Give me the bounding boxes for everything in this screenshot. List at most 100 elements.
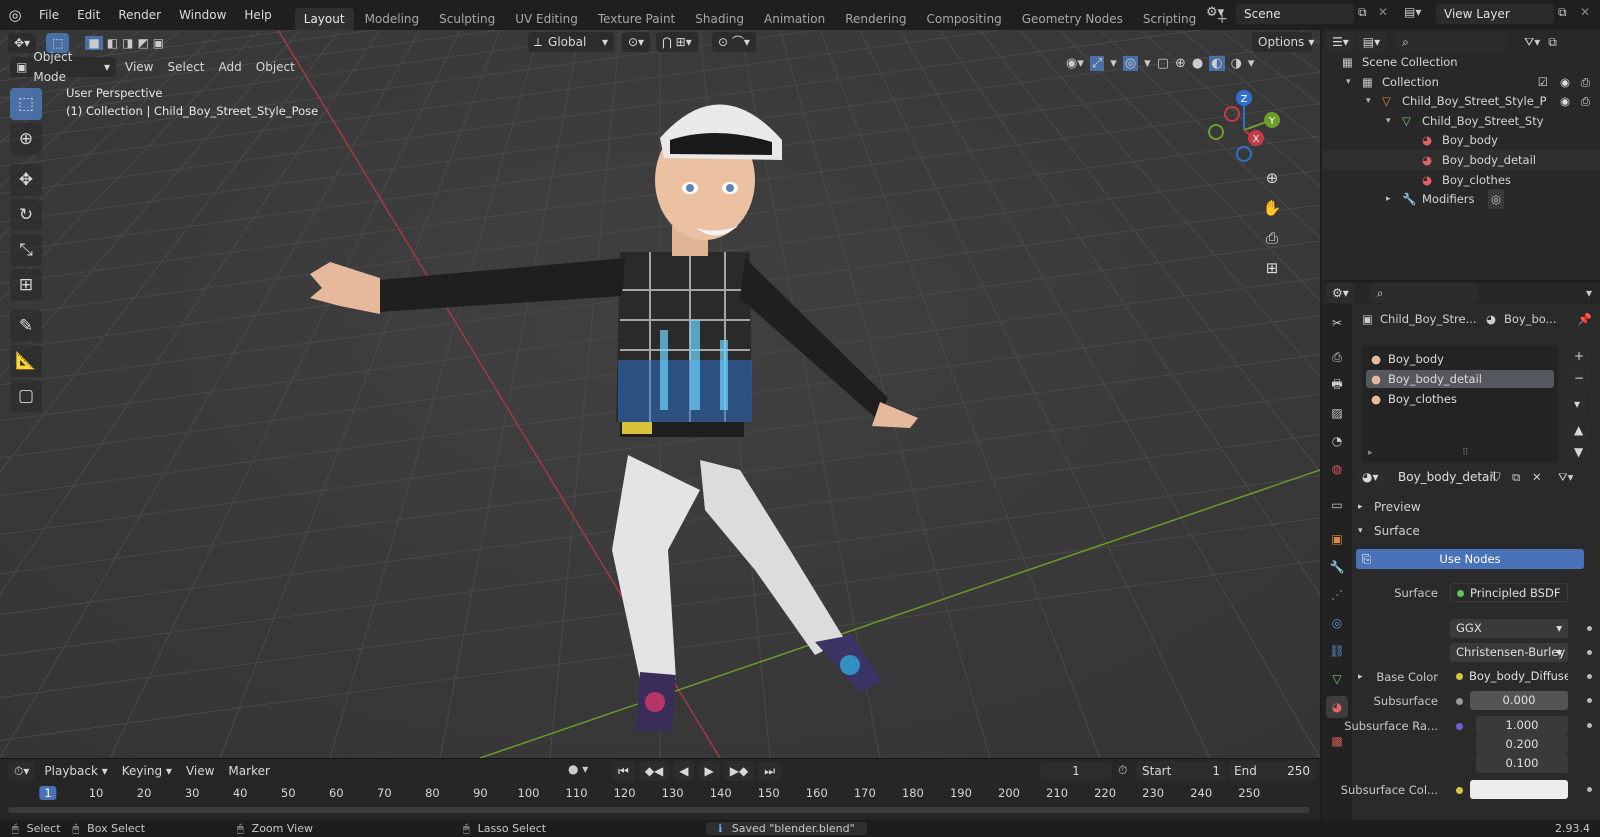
constraints-tab-icon[interactable]: ⛓ bbox=[1326, 640, 1348, 662]
auto-keying-icon[interactable]: ● ▾ bbox=[568, 762, 588, 776]
chevron-down-icon[interactable]: ▾ bbox=[1386, 111, 1391, 131]
outliner-row[interactable]: ◕ Boy_body bbox=[1322, 130, 1600, 150]
timeline-menu-keying[interactable]: Keying ▾ bbox=[115, 761, 179, 781]
annotate-tool-icon[interactable]: ✎ bbox=[10, 310, 42, 342]
camera-view-icon[interactable]: ⎙ bbox=[1259, 225, 1285, 251]
pivot-point-icon[interactable]: ⊙▾ bbox=[622, 32, 651, 52]
select-intersect-icon[interactable]: ▣ bbox=[153, 36, 164, 50]
outliner-row[interactable]: ◕ Boy_body_detail bbox=[1322, 150, 1600, 170]
visibility-icon[interactable]: ◉▾ bbox=[1066, 56, 1084, 71]
outliner-row[interactable]: ▾ ▦ Collection ◉ ⎙ ☑ bbox=[1322, 72, 1600, 92]
viewport-menu-select[interactable]: Select bbox=[160, 57, 211, 77]
tab-animation[interactable]: Animation bbox=[755, 8, 834, 30]
timeline-menu-playback[interactable]: Playback ▾ bbox=[37, 761, 114, 781]
pin-icon[interactable]: 📌 bbox=[1578, 308, 1592, 330]
material-shading-icon[interactable]: ◐ bbox=[1209, 56, 1225, 71]
menu-help[interactable]: Help bbox=[235, 0, 280, 30]
chevron-down-icon[interactable]: ▾ bbox=[1366, 91, 1371, 111]
xray-icon[interactable]: ▢ bbox=[1157, 56, 1169, 71]
subsurface-method-dropdown[interactable]: Christensen-Burley ▾ bbox=[1450, 643, 1568, 662]
3d-viewport[interactable]: ✥▾ ⬚ ■ ◧ ◨ ◩ ▣ ⟂ Global ▾ ⊙▾ ⋂ ⊞▾ ⊙ ⌒▾ O… bbox=[0, 30, 1320, 758]
timeline-ruler[interactable]: 1 10 20 30 40 50 60 70 80 90 100 110 120 130 140 150 160… bbox=[0, 783, 1320, 805]
menu-edit[interactable]: Edit bbox=[68, 0, 109, 30]
select-box-tool-icon[interactable]: ⬚ bbox=[10, 88, 42, 120]
jump-end-icon[interactable]: ⏭ bbox=[758, 761, 782, 781]
zoom-icon[interactable]: ⊕ bbox=[1259, 165, 1285, 191]
pan-hand-icon[interactable]: ✋ bbox=[1259, 195, 1285, 221]
outliner-editor-type-icon[interactable]: ☰▾ bbox=[1326, 32, 1355, 52]
world-tab-icon[interactable]: ◍ bbox=[1326, 458, 1348, 480]
distribution-dropdown[interactable]: GGX ▾ bbox=[1450, 619, 1568, 638]
modifier-badge-icon[interactable]: ◎ bbox=[1488, 189, 1505, 210]
viewport-menu-view[interactable]: View bbox=[118, 57, 160, 77]
use-nodes-button[interactable]: ⎘ Use Nodes bbox=[1356, 549, 1584, 569]
object-tab-icon[interactable]: ▣ bbox=[1326, 528, 1348, 550]
render-tab-icon[interactable]: ⎙ bbox=[1326, 346, 1348, 368]
subsurface-color-swatch[interactable] bbox=[1470, 780, 1568, 799]
new-collection-icon[interactable]: ⧉ bbox=[1548, 35, 1557, 50]
play-icon[interactable]: ▶ bbox=[698, 761, 720, 781]
keyframe-dot-icon[interactable] bbox=[1587, 698, 1592, 703]
duplicate-material-icon[interactable]: ⧉ bbox=[1512, 466, 1520, 488]
transform-orientation-dropdown[interactable]: ⟂ Global ▾ bbox=[528, 32, 614, 52]
menu-window[interactable]: Window bbox=[170, 0, 235, 30]
character-model[interactable] bbox=[0, 30, 1320, 758]
modifier-tab-icon[interactable]: 🔧 bbox=[1326, 556, 1348, 578]
particles-tab-icon[interactable]: ⋰ bbox=[1326, 584, 1348, 606]
render-camera-icon[interactable]: ⎙ bbox=[1581, 72, 1590, 92]
rendered-shading-icon[interactable]: ◑ bbox=[1231, 56, 1242, 71]
chevron-down-icon[interactable]: ▾ bbox=[1346, 72, 1351, 92]
jump-keyframe-back-icon[interactable]: ◆◀ bbox=[638, 761, 670, 781]
current-frame-field[interactable]: 1 bbox=[1040, 761, 1112, 781]
expand-base-color-icon[interactable]: ▸ bbox=[1358, 666, 1363, 688]
solid-shading-icon[interactable]: ● bbox=[1192, 56, 1203, 71]
tab-uv-editing[interactable]: UV Editing bbox=[506, 8, 587, 30]
jump-start-icon[interactable]: ⏮ bbox=[612, 761, 635, 781]
proportional-edit-icon[interactable]: ⊙ ⌒▾ bbox=[712, 32, 756, 52]
properties-options-icon[interactable]: ▾ bbox=[1586, 286, 1592, 300]
physics-tab-icon[interactable]: ◎ bbox=[1326, 612, 1348, 634]
snap-icon[interactable]: ⋂ ⊞▾ bbox=[656, 32, 698, 52]
keyframe-dot-icon[interactable] bbox=[1587, 674, 1592, 679]
material-slot-item[interactable]: ● Boy_body bbox=[1366, 350, 1554, 368]
display-mode-icon[interactable]: ▤▾ bbox=[1356, 32, 1387, 52]
new-view-layer-icon[interactable]: ⧉ bbox=[1558, 5, 1567, 20]
view-layer-icon[interactable]: ▤▾ bbox=[1404, 5, 1421, 19]
browse-material-icon[interactable]: ◕▾ bbox=[1356, 467, 1385, 487]
remove-slot-icon[interactable]: − bbox=[1568, 368, 1591, 388]
outliner-row[interactable]: ◕ Boy_clothes bbox=[1322, 170, 1600, 190]
tab-shading[interactable]: Shading bbox=[686, 8, 753, 30]
subsurface-radius-y-field[interactable]: 0.200 bbox=[1476, 735, 1568, 754]
viewport-menu-add[interactable]: Add bbox=[212, 57, 249, 77]
viewport-menu-object[interactable]: Object bbox=[249, 57, 302, 77]
visibility-eye-icon[interactable]: ◉ bbox=[1560, 72, 1570, 92]
gizmo-toggle-icon[interactable]: ⤢ bbox=[1089, 56, 1105, 71]
move-slot-up-icon[interactable]: ▲ bbox=[1568, 420, 1590, 440]
menu-render[interactable]: Render bbox=[109, 0, 170, 30]
overlay-toggle-icon[interactable]: ◎ bbox=[1122, 56, 1139, 71]
subsurface-field[interactable]: 0.000 bbox=[1470, 691, 1568, 710]
subsurface-socket-icon[interactable] bbox=[1456, 698, 1463, 705]
timeline-editor-type-icon[interactable]: ⏱▾ bbox=[8, 761, 36, 781]
subsurface-color-socket-icon[interactable] bbox=[1456, 787, 1463, 794]
tab-texture-paint[interactable]: Texture Paint bbox=[589, 8, 684, 30]
outliner-row[interactable]: ▾ ▽ Child_Boy_Street_Sty bbox=[1322, 111, 1600, 131]
material-slot-item[interactable]: ● Boy_clothes bbox=[1366, 390, 1554, 408]
outliner-search-input[interactable]: ⌕ bbox=[1394, 32, 1507, 52]
outliner-row[interactable]: ▾ ▽ Child_Boy_Street_Style_P ◉ ⎙ bbox=[1322, 91, 1600, 111]
start-frame-field[interactable]: Start 1 bbox=[1136, 761, 1226, 781]
tab-geometry-nodes[interactable]: Geometry Nodes bbox=[1013, 8, 1132, 30]
rotate-tool-icon[interactable]: ↻ bbox=[10, 199, 42, 231]
view-layer-tab-icon[interactable]: ▨ bbox=[1326, 402, 1348, 424]
navigation-gizmo[interactable]: Z Y X bbox=[1206, 88, 1286, 168]
tab-compositing[interactable]: Compositing bbox=[917, 8, 1010, 30]
output-tab-icon[interactable]: 🖶 bbox=[1326, 374, 1348, 396]
link-data-icon[interactable]: ⛛▾ bbox=[1558, 466, 1573, 488]
timeline-scrollbar[interactable] bbox=[8, 807, 1310, 813]
tab-modeling[interactable]: Modeling bbox=[356, 8, 429, 30]
material-name-field[interactable]: Boy_body_detail bbox=[1390, 467, 1496, 487]
add-slot-icon[interactable]: + bbox=[1568, 346, 1591, 366]
properties-search-input[interactable]: ⌕ bbox=[1368, 283, 1479, 303]
select-subtract-icon[interactable]: ◨ bbox=[122, 36, 133, 50]
preview-range-icon[interactable]: ⏱ bbox=[1118, 763, 1127, 778]
